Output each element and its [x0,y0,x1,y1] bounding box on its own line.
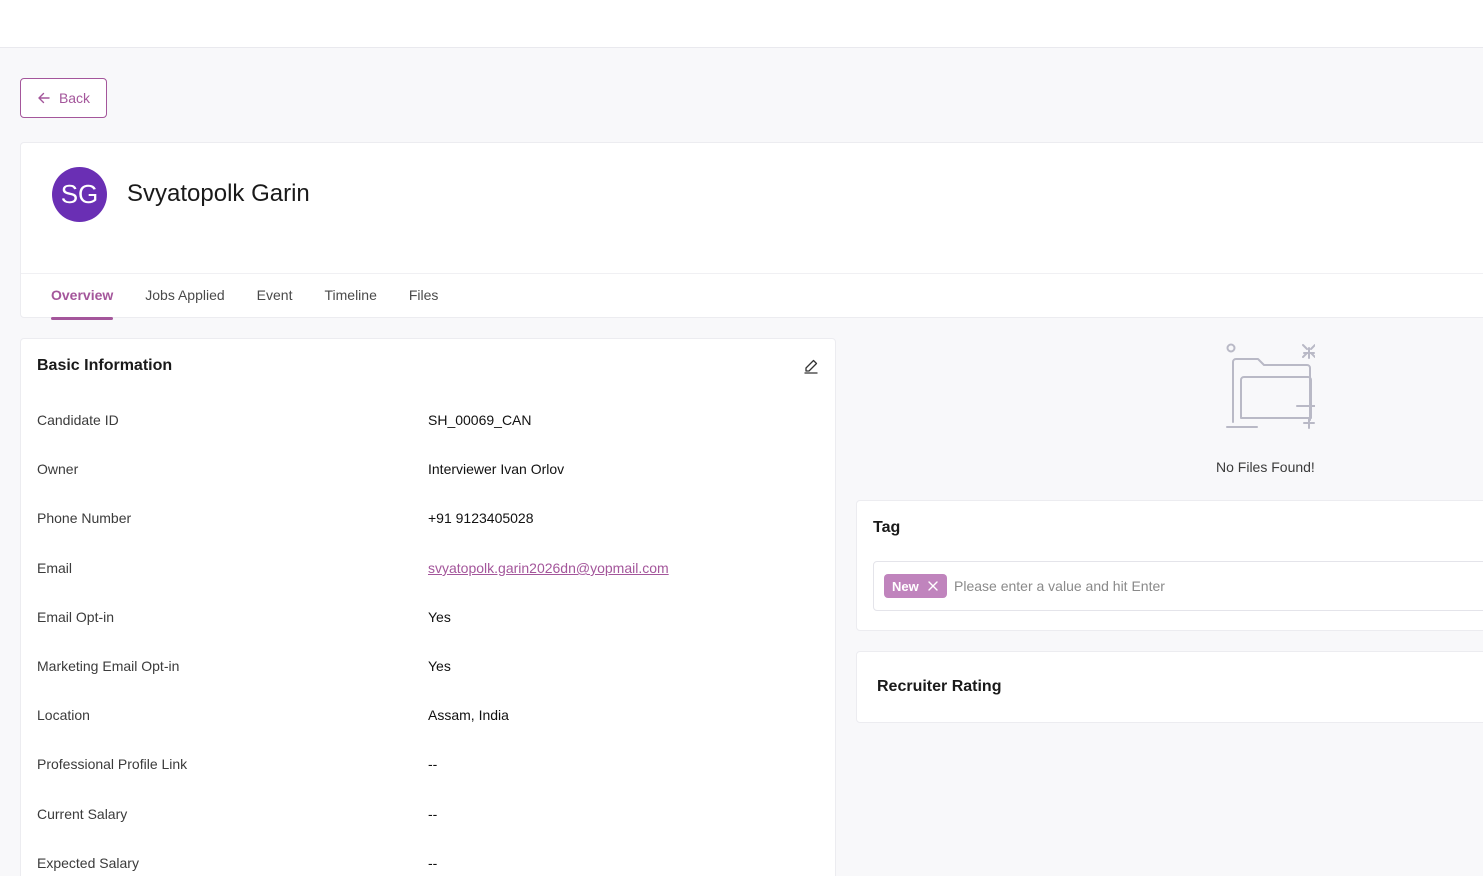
email-link[interactable]: svyatopolk.garin2026dn@yopmail.com [428,560,669,576]
candidate-name: Svyatopolk Garin [127,180,310,207]
info-row-email: Email svyatopolk.garin2026dn@yopmail.com [37,560,817,582]
recruiter-rating-card: Recruiter Rating [856,651,1483,723]
info-row-email-opt-in: Email Opt-in Yes [37,609,817,631]
info-row-current-salary: Current Salary -- [37,806,817,828]
info-row-candidate-id: Candidate ID SH_00069_CAN [37,412,817,434]
no-files-text: No Files Found! [1216,459,1315,475]
info-value: -- [428,855,438,871]
tab-overview[interactable]: Overview [51,273,114,320]
info-label: Phone Number [37,510,132,526]
info-row-expected-salary: Expected Salary -- [37,855,817,876]
tab-jobs-applied[interactable]: Jobs Applied [145,273,224,319]
info-value: Yes [428,658,451,674]
info-value: Assam, India [428,707,509,723]
info-row-location: Location Assam, India [37,707,817,729]
tag-title: Tag [873,519,901,536]
info-label: Expected Salary [37,855,139,871]
close-icon[interactable] [927,580,939,592]
basic-information-title: Basic Information [37,357,173,374]
info-label: Email [37,560,73,576]
top-bar [0,0,1483,48]
info-row-owner: Owner Interviewer Ivan Orlov [37,461,817,483]
tab-files[interactable]: Files [409,273,439,319]
tag-input-field[interactable]: New [873,561,1483,611]
avatar-initials: SG [60,179,99,209]
info-label: Marketing Email Opt-in [37,658,180,674]
tab-bar: Overview Jobs Applied Event Timeline Fil… [51,273,439,320]
info-row-marketing-opt-in: Marketing Email Opt-in Yes [37,658,817,680]
avatar: SG [52,167,107,222]
info-label: Professional Profile Link [37,756,188,772]
arrow-left-icon [38,92,50,104]
info-value: +91 9123405028 [428,510,534,526]
info-value: Interviewer Ivan Orlov [428,461,565,477]
basic-information-card: Basic Information Candidate ID SH_00069_… [20,338,836,876]
candidate-header: SG Svyatopolk Garin Overview Jobs Applie… [20,142,1483,320]
info-value: SH_00069_CAN [428,412,532,428]
back-button-label: Back [58,90,91,106]
info-value: Yes [428,609,451,625]
empty-folder-icon [1226,343,1322,429]
recruiter-rating-title: Recruiter Rating [877,678,1002,695]
info-row-phone: Phone Number +91 9123405028 [37,510,817,532]
pencil-icon[interactable] [803,358,819,374]
tag-card: Tag New [856,500,1483,631]
tag-chip: New [884,574,947,598]
tab-timeline[interactable]: Timeline [324,273,376,319]
tag-chip-label: New [892,578,919,594]
tab-event[interactable]: Event [257,273,293,319]
info-label: Candidate ID [37,412,119,428]
back-button[interactable]: Back [20,78,107,118]
tag-text-input[interactable] [954,574,1354,598]
info-label: Owner [37,461,79,477]
info-value: -- [428,756,438,772]
info-value: -- [428,806,438,822]
info-label: Location [37,707,90,723]
info-row-profile-link: Professional Profile Link -- [37,756,817,778]
info-label: Email Opt-in [37,609,115,625]
info-label: Current Salary [37,806,128,822]
